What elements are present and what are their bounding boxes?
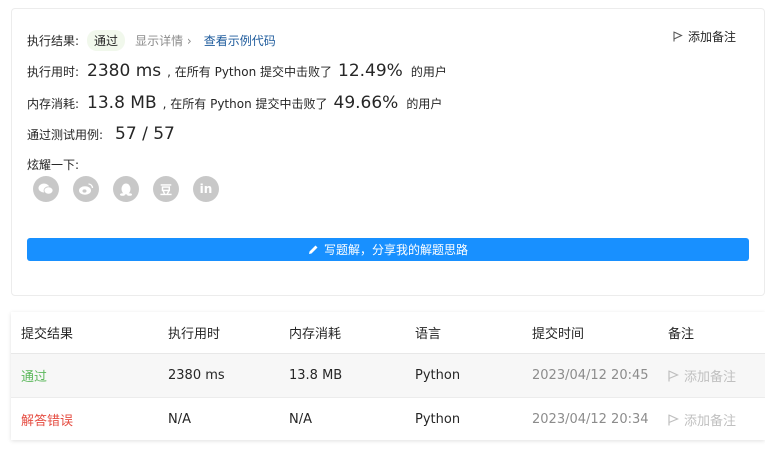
runtime-suffix: 的用户 xyxy=(410,65,447,79)
flag-icon xyxy=(668,413,679,425)
flag-icon xyxy=(673,31,683,42)
header-status: 提交结果 xyxy=(21,327,74,342)
wechat-icon[interactable] xyxy=(33,176,59,202)
share-buttons: 豆 in xyxy=(33,176,219,202)
row-runtime: 2380 ms xyxy=(168,368,225,383)
table-row: 解答错误 N/A N/A Python 2023/04/12 20:34 添加备… xyxy=(11,397,765,441)
testcases-label: 通过测试用例: xyxy=(27,128,104,142)
table-row: 通过 2380 ms 13.8 MB Python 2023/04/12 20:… xyxy=(11,354,765,397)
flag-icon xyxy=(668,369,679,381)
header-language: 语言 xyxy=(415,327,442,342)
row-status-link[interactable]: 解答错误 xyxy=(21,398,73,441)
row-memory: 13.8 MB xyxy=(289,368,343,383)
header-runtime: 执行用时 xyxy=(168,327,221,342)
linkedin-glyph: in xyxy=(199,182,213,196)
header-memory: 内存消耗 xyxy=(289,327,342,342)
row-status-link[interactable]: 通过 xyxy=(21,354,47,397)
write-solution-button[interactable]: 写题解，分享我的解题思路 xyxy=(27,238,749,261)
add-note-label: 添加备注 xyxy=(687,30,736,44)
result-label: 执行结果: xyxy=(27,34,80,48)
status-badge: 通过 xyxy=(87,30,126,51)
qq-icon[interactable] xyxy=(113,176,139,202)
row-add-note-label: 添加备注 xyxy=(684,370,737,385)
row-runtime: N/A xyxy=(168,412,191,427)
pencil-icon xyxy=(308,245,318,254)
memory-value: 13.8 MB xyxy=(87,93,157,113)
douban-glyph: 豆 xyxy=(159,182,172,197)
row-add-note-button[interactable]: 添加备注 xyxy=(668,398,736,441)
add-note-button[interactable]: 添加备注 xyxy=(673,28,736,45)
runtime-percent: 12.49% xyxy=(338,61,403,81)
runtime-value: 2380 ms xyxy=(87,61,162,81)
header-time: 提交时间 xyxy=(532,327,585,342)
testcases-row: 通过测试用例: 57 / 57 xyxy=(27,124,181,144)
table-header: 提交结果 执行用时 内存消耗 语言 提交时间 备注 xyxy=(11,312,765,354)
row-time: 2023/04/12 20:45 xyxy=(532,368,649,383)
show-details-link[interactable]: 显示详情 › xyxy=(135,32,192,49)
share-label-row: 炫耀一下: xyxy=(27,156,79,173)
linkedin-icon[interactable]: in xyxy=(193,176,219,202)
runtime-label: 执行用时: xyxy=(27,65,80,79)
weibo-icon[interactable] xyxy=(73,176,99,202)
douban-icon[interactable]: 豆 xyxy=(153,176,179,202)
memory-text: , 在所有 Python 提交中击败了 xyxy=(162,97,328,111)
memory-label: 内存消耗: xyxy=(27,97,80,111)
runtime-row: 执行用时: 2380 ms , 在所有 Python 提交中击败了 12.49%… xyxy=(27,61,447,81)
write-solution-label: 写题解，分享我的解题思路 xyxy=(323,243,468,257)
header-note: 备注 xyxy=(668,327,695,342)
row-add-note-button[interactable]: 添加备注 xyxy=(668,354,736,397)
row-time: 2023/04/12 20:34 xyxy=(532,412,649,427)
view-example-code-link[interactable]: 查看示例代码 xyxy=(204,32,276,49)
submissions-table: 提交结果 执行用时 内存消耗 语言 提交时间 备注 通过 2380 ms 13.… xyxy=(11,312,765,440)
row-language: Python xyxy=(415,368,461,383)
memory-percent: 49.66% xyxy=(333,93,399,113)
runtime-text: , 在所有 Python 提交中击败了 xyxy=(167,65,332,79)
row-add-note-label: 添加备注 xyxy=(684,414,737,429)
result-row: 执行结果: 通过 显示详情 › 查看示例代码 xyxy=(27,30,276,51)
result-card: 执行结果: 通过 显示详情 › 查看示例代码 添加备注 执行用时: 2380 m… xyxy=(11,8,765,296)
testcases-value: 57 / 57 xyxy=(115,124,175,144)
share-label: 炫耀一下: xyxy=(27,158,80,172)
memory-row: 内存消耗: 13.8 MB , 在所有 Python 提交中击败了 49.66%… xyxy=(27,93,442,113)
row-memory: N/A xyxy=(289,412,312,427)
memory-suffix: 的用户 xyxy=(406,97,443,111)
row-language: Python xyxy=(415,412,461,427)
